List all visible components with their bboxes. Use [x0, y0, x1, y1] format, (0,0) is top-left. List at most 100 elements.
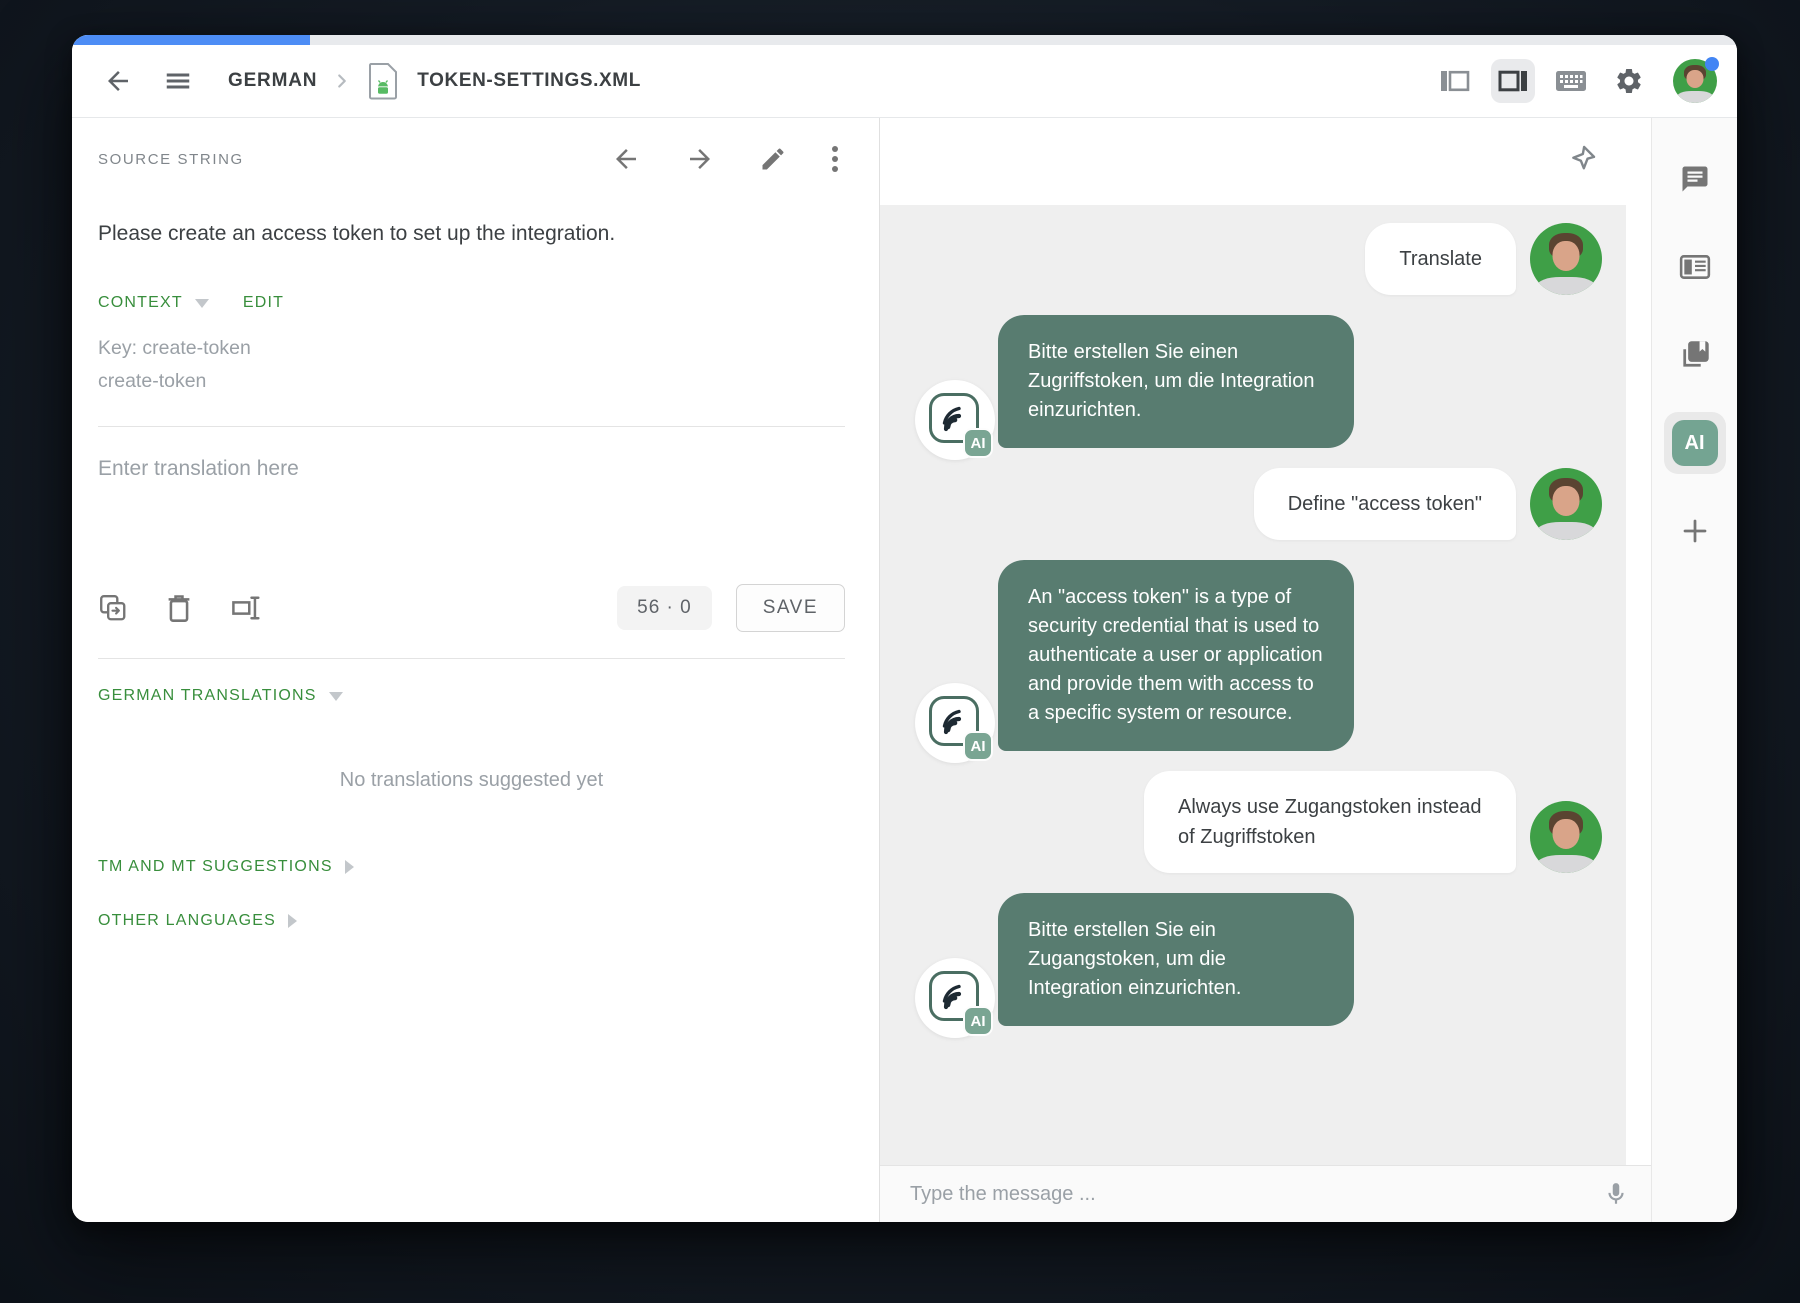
ai-message-row: AI Bitte erstellen Sie ein Zugangstoken,…: [915, 893, 1602, 1026]
chat-message-input[interactable]: [910, 1183, 1603, 1206]
back-arrow-icon: [103, 66, 133, 96]
pin-button[interactable]: [1565, 142, 1599, 181]
message-bubble: Bitte erstellen Sie ein Zugangstoken, um…: [998, 893, 1354, 1026]
comment-icon: [1680, 164, 1710, 194]
ai-assistant-tab-button[interactable]: AI: [1664, 412, 1726, 474]
message-bubble: Define "access token": [1254, 468, 1516, 540]
select-text-button[interactable]: [230, 593, 264, 623]
source-string-text: Please create an access token to set up …: [98, 218, 845, 250]
ai-icon: AI: [1672, 420, 1718, 466]
pencil-icon: [759, 145, 787, 173]
chevron-down-icon: [195, 299, 209, 308]
context-toggle[interactable]: CONTEXT: [98, 294, 183, 312]
user-message-avatar: [1530, 223, 1602, 295]
user-avatar[interactable]: [1673, 59, 1717, 103]
chat-header: [880, 118, 1651, 205]
context-value-line: create-token: [98, 365, 845, 398]
source-string-header: SOURCE STRING: [98, 151, 244, 168]
user-message-row: Translate: [915, 223, 1602, 295]
user-message-row: Always use Zugangstoken instead of Zugri…: [915, 771, 1602, 873]
next-string-button[interactable]: [685, 144, 715, 174]
chat-message-list[interactable]: Translate AI Bitte ers: [880, 205, 1626, 1165]
glossary-tab-button[interactable]: [1664, 324, 1726, 386]
more-options-button[interactable]: [831, 144, 839, 174]
breadcrumb-language[interactable]: GERMAN: [228, 70, 317, 92]
chevron-down-icon: [329, 692, 343, 701]
editor-panel: SOURCE STRING Please create: [72, 118, 880, 1222]
divider: [98, 658, 845, 659]
message-bubble: Bitte erstellen Sie einen Zugriffstoken,…: [998, 315, 1354, 448]
keyboard-shortcuts-button[interactable]: [1549, 59, 1593, 103]
user-message-avatar: [1530, 801, 1602, 873]
message-bubble: Always use Zugangstoken instead of Zugri…: [1144, 771, 1516, 873]
gear-icon: [1614, 66, 1644, 96]
copy-source-button[interactable]: [98, 593, 128, 623]
chat-input-bar: [880, 1165, 1651, 1222]
layout-right-icon: [1496, 67, 1530, 95]
message-bubble: Translate: [1365, 223, 1516, 295]
translations-section-toggle[interactable]: GERMAN TRANSLATIONS: [98, 687, 845, 705]
arrow-left-icon: [611, 144, 641, 174]
chevron-right-icon: [345, 860, 354, 874]
pin-icon: [1565, 142, 1599, 176]
breadcrumb-file-name[interactable]: TOKEN-SETTINGS.XML: [417, 70, 641, 92]
previous-string-button[interactable]: [611, 144, 641, 174]
kebab-menu-icon: [831, 144, 839, 174]
article-card-icon: [1679, 254, 1711, 280]
ai-chat-panel: Translate AI Bitte ers: [880, 118, 1651, 1222]
translation-input[interactable]: [98, 457, 845, 575]
plus-icon: [1680, 516, 1710, 546]
file-progress-bar: [72, 35, 1737, 45]
microphone-icon: [1603, 1181, 1629, 1207]
breadcrumb: GERMAN TOKEN-SETTINGS.XML: [228, 62, 641, 100]
layout-left-icon: [1438, 67, 1472, 95]
ai-assistant-avatar: AI: [915, 683, 995, 763]
glossary-book-icon: [1679, 339, 1711, 371]
left-panel-layout-button[interactable]: [1433, 59, 1477, 103]
context-key-line: Key: create-token: [98, 332, 845, 365]
ai-badge: AI: [963, 731, 993, 761]
ai-assistant-avatar: AI: [915, 380, 995, 460]
copy-icon: [98, 593, 128, 623]
tools-sidebar: AI: [1651, 118, 1737, 1222]
clear-translation-button[interactable]: [166, 593, 192, 623]
text-selection-icon: [230, 593, 264, 623]
divider: [98, 426, 845, 427]
app-window: GERMAN TOKEN-SETTINGS.XML: [72, 35, 1737, 1222]
user-message-row: Define "access token": [915, 468, 1602, 540]
trash-icon: [166, 593, 192, 623]
chat-scrollbar-gutter[interactable]: [1626, 205, 1651, 1165]
other-languages-section-toggle[interactable]: OTHER LANGUAGES: [98, 912, 845, 930]
other-languages-section-label: OTHER LANGUAGES: [98, 912, 276, 930]
chevron-right-icon: [288, 914, 297, 928]
menu-button[interactable]: [156, 59, 200, 103]
keyboard-icon: [1554, 68, 1588, 94]
settings-button[interactable]: [1607, 59, 1651, 103]
tm-mt-section-toggle[interactable]: TM AND MT SUGGESTIONS: [98, 858, 845, 876]
comments-tab-button[interactable]: [1664, 148, 1726, 210]
voice-input-button[interactable]: [1603, 1181, 1629, 1207]
progress-fill: [72, 35, 310, 45]
ai-badge: AI: [963, 1006, 993, 1036]
ai-message-row: AI An "access token" is a type of securi…: [915, 560, 1602, 751]
edit-source-button[interactable]: [759, 145, 787, 173]
message-bubble: An "access token" is a type of security …: [998, 560, 1354, 751]
translations-empty-state: No translations suggested yet: [98, 769, 845, 792]
context-tab-button[interactable]: [1664, 236, 1726, 298]
ai-message-row: AI Bitte erstellen Sie einen Zugriffstok…: [915, 315, 1602, 448]
ai-assistant-avatar: AI: [915, 958, 995, 1038]
context-edit-button[interactable]: EDIT: [243, 294, 284, 312]
back-button[interactable]: [96, 59, 140, 103]
char-counter: 56 · 0: [617, 586, 712, 630]
hamburger-icon: [163, 66, 193, 96]
right-panel-layout-button[interactable]: [1491, 59, 1535, 103]
android-xml-file-icon: [367, 62, 399, 100]
ai-badge: AI: [963, 428, 993, 458]
toolbar-right-group: [1433, 59, 1717, 103]
save-button[interactable]: SAVE: [736, 584, 845, 632]
tm-mt-section-label: TM AND MT SUGGESTIONS: [98, 858, 333, 876]
translations-section-label: GERMAN TRANSLATIONS: [98, 687, 317, 705]
top-toolbar: GERMAN TOKEN-SETTINGS.XML: [72, 45, 1737, 118]
arrow-right-icon: [685, 144, 715, 174]
add-tool-button[interactable]: [1664, 500, 1726, 562]
